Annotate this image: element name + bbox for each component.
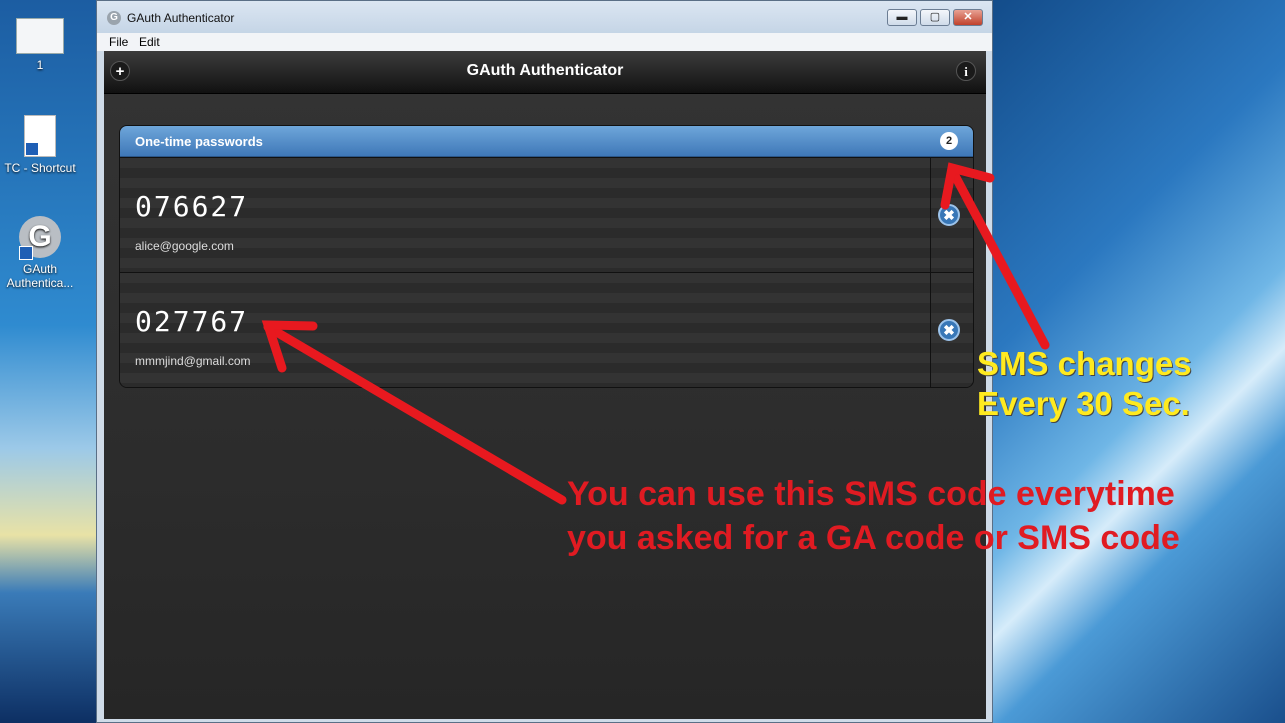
annotation-use-code: You can use this SMS code everytime you … [567, 472, 1180, 560]
arrow-to-otp-code [263, 322, 567, 505]
annotation-line: Every 30 Sec. [977, 385, 1190, 422]
annotation-line: You can use this SMS code everytime [567, 475, 1175, 513]
annotation-sms-changes: SMS changes Every 30 Sec. [977, 344, 1192, 424]
annotation-line: SMS changes [977, 345, 1192, 382]
arrow-to-count-badge [947, 165, 1050, 350]
annotation-line: you asked for a GA code or SMS code [567, 519, 1180, 557]
